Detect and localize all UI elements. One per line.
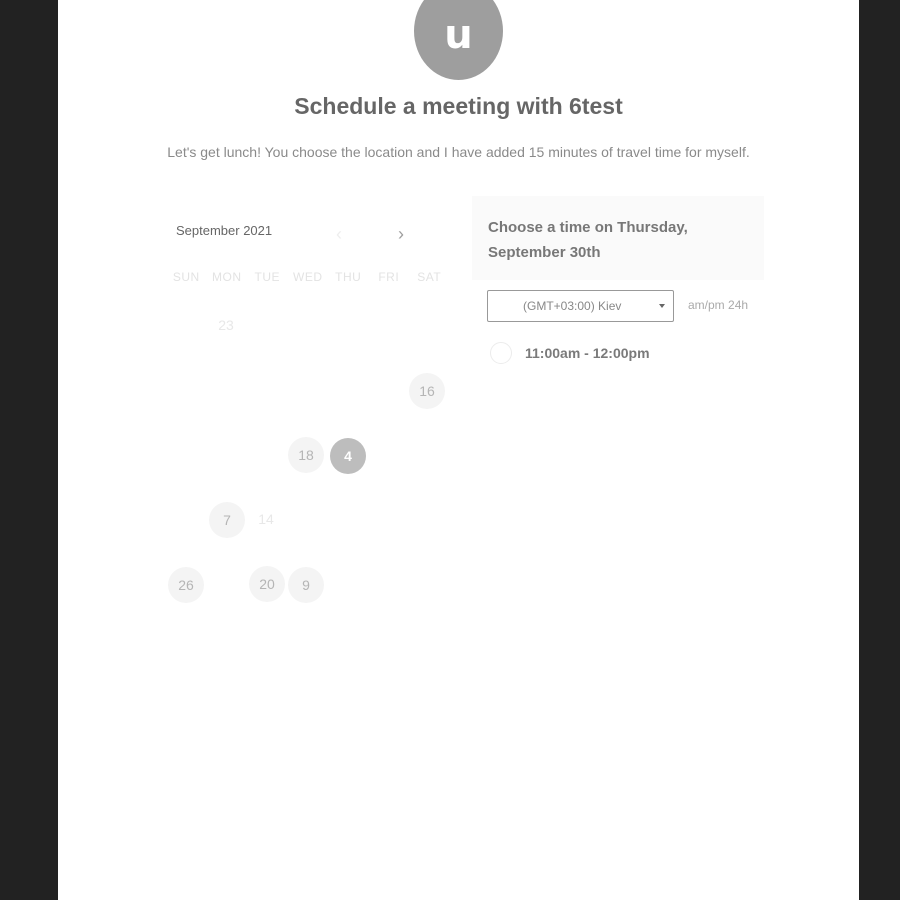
avatar: u bbox=[414, 0, 503, 80]
chevron-left-icon[interactable]: ‹ bbox=[336, 224, 342, 244]
page-title: Schedule a meeting with 6test bbox=[294, 93, 623, 119]
calendar-day[interactable]: 7 bbox=[209, 502, 245, 538]
weekday-label: SAT bbox=[417, 270, 442, 284]
calendar-day: 23 bbox=[218, 317, 234, 333]
calendar-day[interactable]: 16 bbox=[409, 373, 445, 409]
weekday-header: SUN MON TUE WED THU FRI SAT bbox=[166, 270, 450, 284]
calendar-day[interactable]: 9 bbox=[288, 567, 324, 603]
weekday-label: FRI bbox=[378, 270, 400, 284]
weekday-label: WED bbox=[293, 270, 323, 284]
24h-option[interactable]: 24h bbox=[728, 298, 748, 312]
time-slot-label: 11:00am - 12:00pm bbox=[525, 345, 650, 361]
radio-button[interactable] bbox=[490, 342, 512, 364]
weekday-label: SUN bbox=[172, 270, 200, 284]
page-subtitle: Let's get lunch! You choose the location… bbox=[167, 144, 750, 160]
time-panel-header: Choose a time on Thursday, September 30t… bbox=[472, 196, 764, 280]
timezone-select[interactable]: (GMT+03:00) Kiev bbox=[487, 290, 674, 322]
calendar-day[interactable]: 18 bbox=[288, 437, 324, 473]
time-format-toggle: am/pm 24h bbox=[688, 298, 748, 312]
weekday-label: TUE bbox=[254, 270, 280, 284]
calendar-day[interactable]: 26 bbox=[168, 567, 204, 603]
ampm-option[interactable]: am/pm bbox=[688, 298, 725, 312]
month-label: September 2021 bbox=[176, 223, 273, 238]
calendar-day-selected[interactable]: 4 bbox=[330, 438, 366, 474]
time-slot[interactable]: 11:00am - 12:00pm bbox=[490, 342, 650, 364]
weekday-label: THU bbox=[335, 270, 362, 284]
calendar-day[interactable]: 20 bbox=[249, 566, 285, 602]
selected-date-heading: Choose a time on Thursday, September 30t… bbox=[488, 219, 688, 261]
chevron-right-icon[interactable]: › bbox=[398, 224, 404, 244]
caret-down-icon bbox=[659, 304, 665, 308]
calendar-day: 14 bbox=[258, 511, 274, 527]
avatar-letter: u bbox=[444, 12, 473, 58]
timezone-value: (GMT+03:00) Kiev bbox=[523, 299, 622, 313]
scheduling-page: u Schedule a meeting with 6test Let's ge… bbox=[58, 0, 859, 900]
weekday-label: MON bbox=[212, 270, 242, 284]
